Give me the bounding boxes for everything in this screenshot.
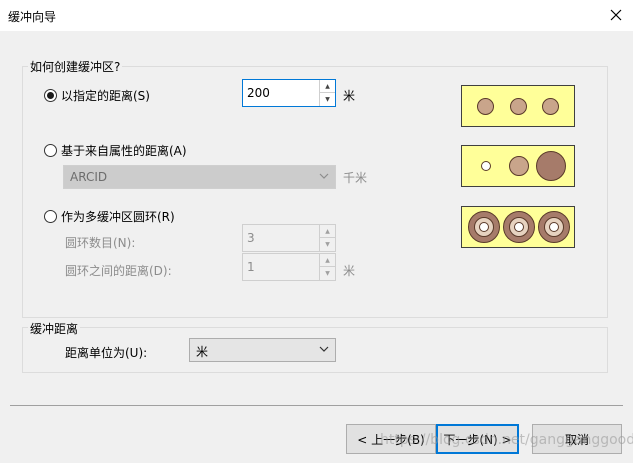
radio-attribute-distance[interactable]: 基于来自属性的距离(A): [44, 142, 187, 159]
preview-circle: [542, 98, 559, 115]
ring-distance-input[interactable]: 1 ▲ ▼: [242, 253, 336, 281]
rings-count-label: 圆环数目(N):: [65, 236, 136, 250]
close-button[interactable]: [599, 0, 633, 31]
rings-count-spinner[interactable]: ▲ ▼: [319, 225, 335, 251]
preview-circle: [510, 98, 527, 115]
units-label: 距离单位为(U):: [65, 346, 148, 360]
close-icon: [610, 9, 622, 21]
ring-distance-label: 圆环之间的距离(D):: [65, 264, 172, 278]
preview-circle: [481, 161, 491, 171]
distance-value: 200: [247, 86, 270, 100]
radio-attribute-distance-label: 基于来自属性的距离(A): [61, 144, 187, 158]
divider: [10, 405, 623, 406]
ring-distance-value: 1: [247, 260, 255, 274]
units-value: 米: [196, 345, 209, 359]
spin-down-icon[interactable]: ▼: [320, 267, 335, 280]
radio-specified-distance[interactable]: 以指定的距离(S): [44, 87, 150, 104]
preview-ring-inner: [509, 217, 529, 237]
spin-down-icon[interactable]: ▼: [320, 238, 335, 251]
radio-multi-ring[interactable]: 作为多缓冲区圆环(R): [44, 208, 175, 225]
ring-distance-unit: 米: [343, 264, 356, 278]
watermark: https://blog.csdn.net/gangganggood: [380, 432, 633, 448]
preview-specified-distance: [461, 85, 575, 127]
radio-specified-distance-label: 以指定的距离(S): [61, 89, 150, 103]
chevron-down-icon: [319, 346, 329, 352]
rings-count-input[interactable]: 3 ▲ ▼: [242, 224, 336, 252]
preview-ring-center: [479, 222, 489, 232]
window-title: 缓冲向导: [8, 10, 57, 24]
radio-multi-ring-label: 作为多缓冲区圆环(R): [61, 210, 175, 224]
radio-multi-ring-dot[interactable]: [44, 210, 57, 223]
preview-ring-center: [514, 222, 524, 232]
spin-up-icon[interactable]: ▲: [320, 80, 335, 93]
preview-ring: [538, 211, 570, 243]
distance-input[interactable]: 200 ▲ ▼: [242, 79, 336, 107]
spin-up-icon[interactable]: ▲: [320, 225, 335, 238]
spin-down-icon[interactable]: ▼: [320, 93, 335, 106]
preview-attribute-distance: [461, 145, 575, 187]
attribute-field-select[interactable]: ARCID: [63, 165, 336, 189]
preview-circle: [509, 156, 529, 176]
radio-specified-distance-dot[interactable]: [44, 89, 57, 102]
preview-circle: [477, 98, 494, 115]
chevron-down-icon: [319, 173, 329, 179]
attribute-unit: 千米: [343, 171, 368, 185]
distance-unit: 米: [343, 89, 356, 103]
spin-up-icon[interactable]: ▲: [320, 254, 335, 267]
preview-ring-center: [549, 222, 559, 232]
buffer-method-group-label: 如何创建缓冲区?: [28, 58, 123, 75]
ring-distance-spinner[interactable]: ▲ ▼: [319, 254, 335, 280]
buffer-units-group-label: 缓冲距离: [28, 320, 81, 337]
title-bar: 缓冲向导: [0, 0, 633, 31]
preview-multi-ring: [461, 206, 575, 248]
preview-ring-inner: [474, 217, 494, 237]
attribute-field-value: ARCID: [70, 170, 108, 184]
preview-ring: [503, 211, 535, 243]
radio-attribute-distance-dot[interactable]: [44, 144, 57, 157]
units-select[interactable]: 米: [189, 338, 336, 362]
rings-count-value: 3: [247, 231, 255, 245]
preview-ring: [468, 211, 500, 243]
distance-spinner[interactable]: ▲ ▼: [319, 80, 335, 106]
preview-circle: [536, 151, 566, 181]
preview-ring-inner: [544, 217, 564, 237]
